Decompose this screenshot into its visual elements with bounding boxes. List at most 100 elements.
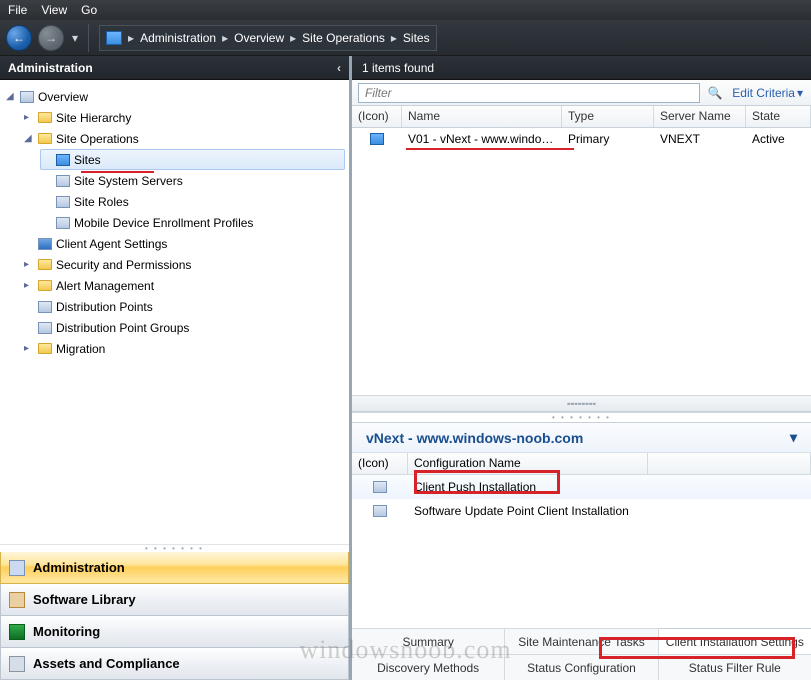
resize-gripper[interactable]: • • • • • • • [0, 544, 349, 552]
tree-node-site-operations[interactable]: ◢ Site Operations [22, 128, 345, 149]
results-header: 1 items found [352, 56, 811, 80]
chevron-down-icon[interactable]: ▾ [790, 429, 797, 446]
tree-node-mdep[interactable]: ▸ Mobile Device Enrollment Profiles [40, 212, 345, 233]
col-type[interactable]: Type [562, 106, 654, 127]
wunderbar-assets-compliance[interactable]: Assets and Compliance [0, 648, 349, 680]
tree-node-distribution-points[interactable]: ▸ Distribution Points [22, 296, 345, 317]
cell-state: Active [746, 129, 811, 149]
wunderbar-software-library[interactable]: Software Library [0, 584, 349, 616]
col-name[interactable]: Name [402, 106, 562, 127]
tree-node-migration[interactable]: ▸ Migration [22, 338, 345, 359]
server-icon [56, 175, 70, 187]
panel-title: Administration [8, 61, 93, 75]
overview-icon [20, 91, 34, 103]
crumb-administration[interactable]: Administration [140, 31, 216, 45]
arrow-right-icon: → [45, 31, 57, 45]
horizontal-splitter[interactable]: • • • • • • • [352, 412, 811, 422]
expand-icon[interactable]: ▸ [24, 259, 34, 270]
tree-label: Overview [38, 90, 88, 104]
cell-server: VNEXT [654, 129, 746, 149]
tree-label: Distribution Points [56, 300, 153, 314]
wunderbar-label: Assets and Compliance [33, 656, 180, 671]
tree-label: Site Hierarchy [56, 111, 131, 125]
collapse-panel-button[interactable]: ‹ [337, 61, 341, 75]
administration-icon [9, 560, 25, 576]
crumb-overview[interactable]: Overview [234, 31, 284, 45]
tree-node-overview[interactable]: ◢ Overview [4, 86, 345, 107]
tree-node-site-roles[interactable]: ▸ Site Roles [40, 191, 345, 212]
dist-point-icon [38, 301, 52, 313]
collapse-icon[interactable]: ◢ [24, 133, 34, 144]
tree-label: Migration [56, 342, 105, 356]
grid-body[interactable]: V01 - vNext - www.windo… Primary VNEXT A… [352, 128, 811, 395]
left-panel-header: Administration ‹ [0, 56, 349, 80]
search-icon[interactable]: 🔍 [706, 86, 724, 100]
arrow-left-icon: ← [13, 31, 25, 45]
col-icon[interactable]: (Icon) [352, 106, 402, 127]
tree-node-security[interactable]: ▸ Security and Permissions [22, 254, 345, 275]
col-state[interactable]: State [746, 106, 811, 127]
detail-row[interactable]: Software Update Point Client Installatio… [352, 499, 811, 523]
install-icon [373, 481, 387, 493]
tree-label: Site System Servers [74, 174, 183, 188]
crumb-sites[interactable]: Sites [403, 31, 430, 45]
tab-summary[interactable]: Summary [352, 629, 505, 654]
site-icon [370, 133, 384, 145]
wunderbar-monitoring[interactable]: Monitoring [0, 616, 349, 648]
tree-label: Distribution Point Groups [56, 321, 189, 335]
menu-file[interactable]: File [8, 3, 27, 17]
nav-history-dropdown[interactable]: ▾ [72, 31, 78, 45]
chevron-right-icon: ▸ [222, 31, 228, 45]
wunderbar-label: Software Library [33, 592, 136, 607]
forward-button[interactable]: → [38, 25, 64, 51]
filter-input[interactable] [358, 83, 700, 103]
tree-label: Alert Management [56, 279, 154, 293]
menu-view[interactable]: View [41, 3, 67, 17]
cell-name: V01 - vNext - www.windo… [402, 129, 562, 149]
tree-node-client-agent-settings[interactable]: ▸ Client Agent Settings [22, 233, 345, 254]
expand-icon[interactable]: ▸ [24, 280, 34, 291]
wunderbar-label: Administration [33, 560, 125, 575]
tree-node-distribution-point-groups[interactable]: ▸ Distribution Point Groups [22, 317, 345, 338]
tree-label: Site Operations [56, 132, 139, 146]
install-icon [373, 505, 387, 517]
col-server[interactable]: Server Name [654, 106, 746, 127]
filter-bar: 🔍 Edit Criteria ▾ [352, 80, 811, 106]
tree-node-site-hierarchy[interactable]: ▸ Site Hierarchy [22, 107, 345, 128]
folder-icon [38, 343, 52, 354]
monitoring-icon [9, 624, 25, 640]
menu-go[interactable]: Go [81, 3, 97, 17]
nav-tree[interactable]: ◢ Overview ▸ Site Hierarchy ◢ [0, 80, 349, 544]
site-icon [106, 31, 122, 45]
detail-body[interactable]: Client Push Installation Software Update… [352, 475, 811, 628]
back-button[interactable]: ← [6, 25, 32, 51]
edit-criteria-link[interactable]: Edit Criteria ▾ [724, 86, 811, 100]
expand-icon[interactable]: ▸ [24, 112, 34, 123]
tree-node-site-system-servers[interactable]: ▸ Site System Servers [40, 170, 345, 191]
expand-icon[interactable]: ▸ [24, 343, 34, 354]
tree-label: Sites [74, 153, 101, 167]
crumb-site-operations[interactable]: Site Operations [302, 31, 385, 45]
grid-row[interactable]: V01 - vNext - www.windo… Primary VNEXT A… [352, 128, 811, 150]
wunderbar-administration[interactable]: Administration [0, 552, 349, 584]
folder-icon [38, 259, 52, 270]
detail-col-icon[interactable]: (Icon) [352, 453, 408, 474]
profile-icon [56, 217, 70, 229]
tree-label: Security and Permissions [56, 258, 191, 272]
chevron-down-icon: ▾ [797, 86, 803, 100]
assets-compliance-icon [9, 656, 25, 672]
tree-node-sites[interactable]: ▸ Sites [40, 149, 345, 170]
annotation-underline [406, 148, 574, 150]
sites-grid: (Icon) Name Type Server Name State V01 -… [352, 106, 811, 412]
horizontal-scrollbar[interactable]: ╍╍╍╍ [352, 395, 811, 411]
site-icon [56, 154, 70, 166]
tree-label: Mobile Device Enrollment Profiles [74, 216, 253, 230]
collapse-icon[interactable]: ◢ [6, 91, 16, 102]
nav-toolbar: ← → ▾ ▸ Administration ▸ Overview ▸ Site… [0, 20, 811, 56]
tree-label: Client Agent Settings [56, 237, 167, 251]
folder-icon [38, 112, 52, 123]
tree-node-alert-management[interactable]: ▸ Alert Management [22, 275, 345, 296]
wunderbar-label: Monitoring [33, 624, 100, 639]
tab-discovery-methods[interactable]: Discovery Methods [352, 655, 505, 680]
dist-group-icon [38, 322, 52, 334]
